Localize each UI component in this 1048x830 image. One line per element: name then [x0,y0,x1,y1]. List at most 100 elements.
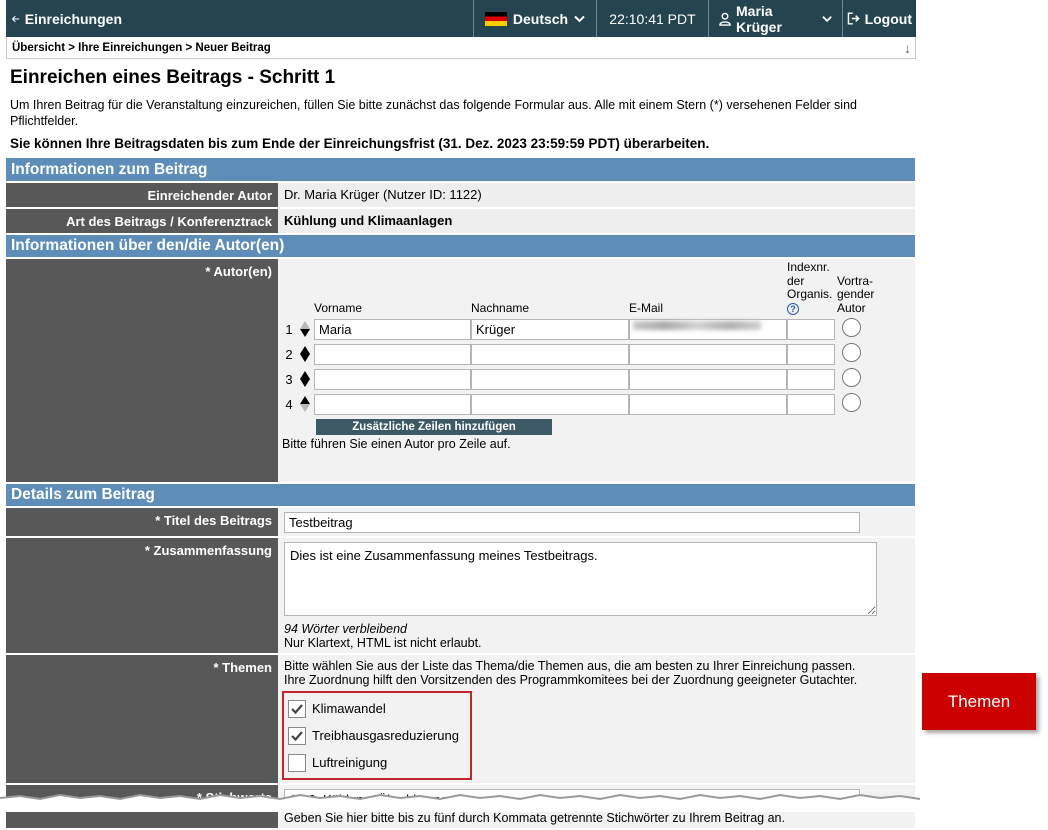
author-last-name-input[interactable] [471,318,629,340]
presenter-radio[interactable] [842,318,861,337]
authors-cell: Vorname Nachname E-Mail Indexnr. der Org… [278,258,915,484]
topics-cell: Bitte wählen Sie aus der Liste das Thema… [278,654,915,785]
author-first-name-input[interactable] [314,393,471,415]
move-up-icon[interactable] [300,346,310,354]
move-arrows[interactable] [296,393,314,415]
submitter-value: Dr. Maria Krüger (Nutzer ID: 1122) [278,182,915,209]
back-to-submissions-button[interactable]: Einreichungen [6,0,132,37]
language-selector[interactable]: Deutsch [473,0,596,37]
author-first-name-input[interactable] [314,318,471,340]
title-cell [278,507,915,538]
checkmark-icon [291,703,303,714]
page: Einreichungen Deutsch 22:10:41 PDT Maria… [6,0,916,830]
move-up-icon[interactable] [300,396,310,404]
author-org-index-input[interactable] [787,393,835,415]
intro-text: Um Ihren Beitrag für die Veranstaltung e… [10,98,857,128]
authors-hint: Bitte führen Sie einen Autor pro Zeile a… [282,437,511,451]
author-org-index-input[interactable] [787,318,835,340]
col-org-index-line-1: Indexnr. [787,260,830,274]
col-org-index: Indexnr. der Organis. ? [787,260,835,315]
move-up-icon[interactable] [300,321,310,329]
author-last-name-input[interactable] [471,343,629,365]
abstract-textarea[interactable]: Dies ist eine Zusammenfassung meines Tes… [284,542,877,616]
submission-form: Informationen zum Beitrag Einreichender … [6,158,915,830]
arrow-left-icon [12,15,20,22]
move-down-icon[interactable] [300,329,310,337]
author-org-index-input[interactable] [787,343,835,365]
add-rows-button[interactable]: Zusätzliche Zeilen hinzufügen [316,419,552,435]
presenter-radio[interactable] [842,393,861,412]
section-header-info: Informationen zum Beitrag [6,158,915,183]
themen-callout: Themen [922,673,1036,730]
chevron-down-icon [822,15,832,22]
move-down-icon[interactable] [300,354,310,362]
author-last-name-input[interactable] [471,368,629,390]
author-email-input[interactable] [629,343,787,365]
breadcrumb: Übersicht > Ihre Einreichungen > Neuer B… [6,37,916,59]
presenter-radio[interactable] [842,368,861,387]
topic-label: Treibhausgasreduzierung [312,728,459,743]
move-arrows[interactable] [296,343,314,365]
clock: 22:10:41 PDT [596,0,708,37]
arrow-down-icon[interactable]: ↓ [904,40,911,56]
topics-hint-2: Ihre Zuordnung hilft den Vorsitzenden de… [284,673,858,687]
author-org-index-input[interactable] [787,368,835,390]
col-presenter-line-2: gender [837,287,875,301]
words-remaining: 94 Wörter verbleibend [284,622,407,636]
abstract-label: * Zusammenfassung [6,537,278,655]
authors-label: * Autor(en) [6,258,278,484]
move-up-icon[interactable] [300,371,310,379]
col-last-name: Nachname [471,300,530,315]
type-value: Kühlung und Klimaanlagen [278,208,915,235]
col-presenter-line-1: Vortra- [837,273,874,288]
author-row-number: 1 [285,321,293,337]
topics-highlight-box: Klimawandel Treibhausgasreduzierung Luft… [282,691,472,780]
topics-hint-1: Bitte wählen Sie aus der Liste das Thema… [284,659,856,673]
topic-label: Luftreinigung [312,755,388,770]
type-label: Art des Beitrags / Konferenztrack [6,208,278,235]
author-first-name-input[interactable] [314,343,471,365]
col-org-index-line-2: der [787,273,805,288]
author-email-input[interactable] [629,393,787,415]
move-arrows[interactable] [296,368,314,390]
author-row-number: 3 [285,371,293,387]
author-row-2: 2 [282,343,874,365]
col-org-index-line-3: Organis. [787,287,833,301]
topic-option[interactable]: Treibhausgasreduzierung [284,722,470,749]
col-email: E-Mail [629,300,664,315]
presenter-radio[interactable] [842,343,861,362]
topic-checkbox-checked[interactable] [288,726,306,745]
german-flag-icon [484,11,507,26]
submitter-label: Einreichender Autor [6,182,278,209]
help-icon[interactable]: ? [787,302,799,315]
author-last-name-input[interactable] [471,393,629,415]
torn-edge [0,793,1048,812]
section-header-details: Details zum Beitrag [6,483,915,508]
author-row-1: 1 [282,318,874,340]
move-down-icon[interactable] [300,404,310,412]
move-down-icon[interactable] [300,379,310,387]
top-bar: Einreichungen Deutsch 22:10:41 PDT Maria… [6,0,916,37]
topic-checkbox-checked[interactable] [288,699,306,718]
author-row-3: 3 [282,368,874,390]
page-title: Einreichen eines Beitrags - Schritt 1 [10,67,336,88]
topic-label: Klimawandel [312,701,386,716]
topic-option[interactable]: Luftreinigung [284,749,470,776]
author-email-input[interactable] [629,368,787,390]
move-arrows[interactable] [296,318,314,340]
breadcrumb-text[interactable]: Übersicht > Ihre Einreichungen > Neuer B… [12,42,271,54]
logout-button[interactable]: Logout [842,0,916,37]
title-input[interactable] [284,512,860,533]
col-presenter-line-3: Autor [837,300,866,315]
plain-text-note: Nur Klartext, HTML ist nicht erlaubt. [284,636,482,650]
authors-grid: Vorname Nachname E-Mail Indexnr. der Org… [282,258,874,418]
col-first-name: Vorname [314,300,363,315]
chevron-down-icon [574,15,585,22]
topic-checkbox-unchecked[interactable] [288,753,306,772]
user-menu[interactable]: Maria Krüger [708,0,842,37]
topics-label: * Themen [6,654,278,785]
language-label: Deutsch [512,10,569,27]
topic-option[interactable]: Klimawandel [284,695,470,722]
author-first-name-input[interactable] [314,368,471,390]
